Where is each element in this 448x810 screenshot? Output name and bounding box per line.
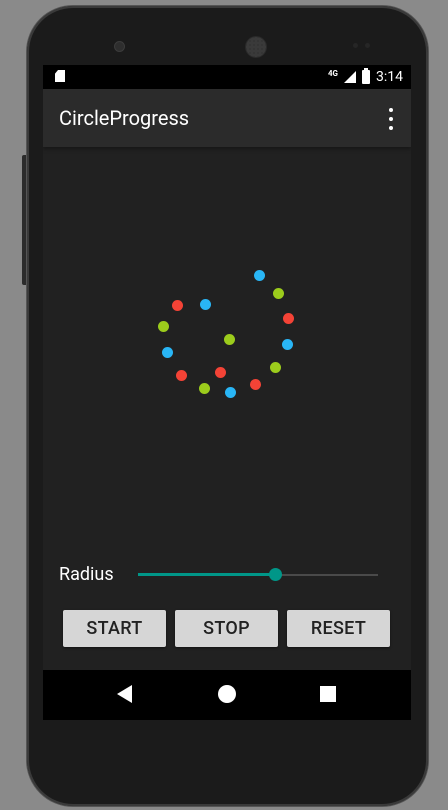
status-bar: 4G 3:14	[43, 65, 411, 89]
progress-dot	[172, 300, 183, 311]
progress-dot	[254, 270, 265, 281]
slider-thumb[interactable]	[269, 568, 282, 581]
progress-dot	[283, 313, 294, 324]
back-icon[interactable]	[117, 685, 132, 703]
progress-dot	[270, 362, 281, 373]
radius-label: Radius	[59, 564, 114, 585]
progress-dot	[176, 370, 187, 381]
progress-dot	[215, 367, 226, 378]
light-sensor	[365, 43, 370, 48]
more-vert-icon[interactable]	[381, 108, 401, 130]
app-bar: CircleProgress	[43, 89, 411, 147]
signal-icon	[344, 71, 356, 83]
navigation-bar	[43, 670, 411, 720]
progress-dot	[224, 334, 235, 345]
home-icon[interactable]	[218, 685, 236, 703]
sd-card-icon	[55, 70, 65, 82]
progress-dot	[225, 387, 236, 398]
reset-button[interactable]: RESET	[287, 610, 390, 647]
battery-icon	[362, 68, 370, 84]
start-button[interactable]: START	[63, 610, 166, 647]
screen: 4G 3:14 CircleProgress Radius START STOP…	[43, 65, 411, 720]
status-time: 3:14	[376, 69, 403, 85]
earpiece-speaker	[245, 36, 267, 58]
app-title: CircleProgress	[59, 106, 190, 130]
stop-button[interactable]: STOP	[175, 610, 278, 647]
recents-icon[interactable]	[320, 686, 336, 702]
proximity-sensor	[353, 43, 358, 48]
progress-dot	[200, 299, 211, 310]
progress-dot	[158, 321, 169, 332]
progress-dot	[199, 383, 210, 394]
slider-fill	[138, 573, 275, 576]
front-camera	[114, 41, 125, 52]
progress-dot	[273, 288, 284, 299]
network-type: 4G	[327, 69, 338, 78]
progress-dot	[282, 339, 293, 350]
button-row: START STOP RESET	[63, 610, 393, 647]
progress-dot	[162, 347, 173, 358]
radius-slider[interactable]	[138, 565, 378, 585]
progress-dot	[250, 379, 261, 390]
